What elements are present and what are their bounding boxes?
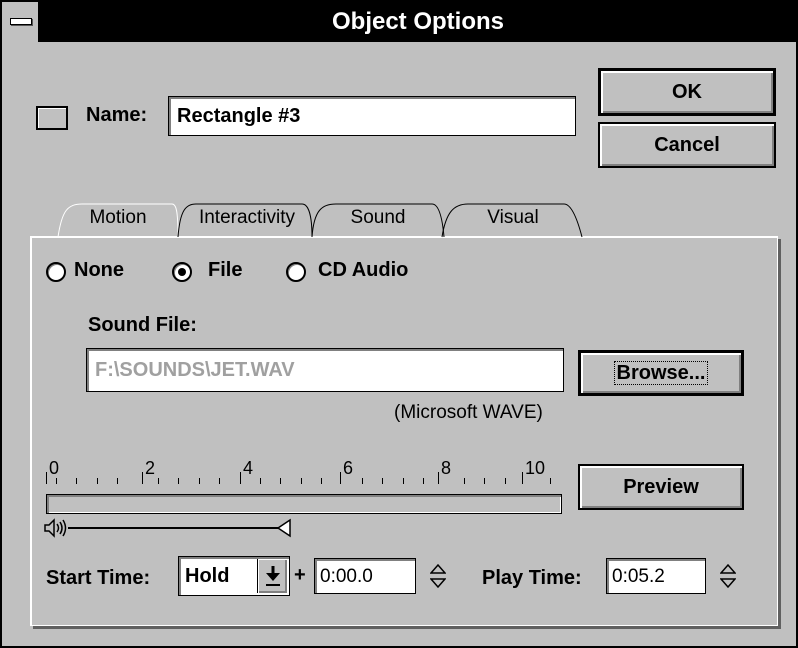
timeline-minor-tick — [382, 478, 383, 484]
timeline-tick-label: 4 — [243, 458, 254, 478]
start-time-mode-value: Hold — [185, 565, 230, 587]
object-color-swatch[interactable] — [36, 106, 68, 130]
timeline-minor-tick — [219, 478, 220, 484]
play-time-spin-icon[interactable] — [720, 562, 736, 590]
timeline-minor-tick — [117, 478, 118, 484]
timeline-tick-label: 8 — [441, 458, 452, 478]
timeline-major-tick — [142, 472, 143, 484]
timeline-tick-label: 0 — [49, 458, 60, 478]
radio-file[interactable] — [172, 262, 192, 282]
timeline-minor-tick — [301, 478, 302, 484]
play-time-label: Play Time: — [482, 567, 582, 589]
timeline-minor-tick — [550, 478, 551, 484]
tab-sound[interactable]: Sound — [316, 201, 440, 237]
timeline-tick-label: 2 — [145, 458, 156, 478]
window-title: Object Options — [331, 8, 504, 35]
name-label: Name: — [86, 104, 148, 126]
system-menu-button[interactable] — [2, 2, 40, 42]
timeline-minor-tick — [158, 478, 159, 484]
timeline-major-tick — [522, 472, 523, 484]
timeline-minor-tick — [76, 478, 77, 484]
timeline-tick-label: 6 — [343, 458, 354, 478]
timeline-scale: 0 2 4 6 8 10 — [46, 458, 562, 492]
timeline-minor-tick — [199, 478, 200, 484]
tab-motion[interactable]: Motion — [60, 201, 176, 237]
start-time-label: Start Time: — [46, 567, 151, 589]
sound-file-label: Sound File: — [88, 314, 197, 336]
preview-button[interactable]: Preview — [578, 464, 744, 510]
volume-slider[interactable] — [42, 516, 294, 540]
start-time-mode-select[interactable]: Hold — [178, 556, 290, 596]
timeline-minor-tick — [484, 478, 485, 484]
name-input[interactable]: Rectangle #3 — [168, 96, 576, 136]
radio-none-label: None — [74, 259, 124, 281]
ok-button[interactable]: OK — [598, 68, 776, 116]
system-menu-icon — [10, 18, 32, 25]
timeline-minor-tick — [280, 478, 281, 484]
timeline-major-tick — [240, 472, 241, 484]
timeline-minor-tick — [403, 478, 404, 484]
timeline-minor-tick — [97, 478, 98, 484]
play-time-input[interactable]: 0:05.2 — [606, 558, 706, 594]
start-time-spin-icon[interactable] — [430, 562, 446, 590]
speaker-icon — [44, 518, 67, 538]
radio-none[interactable] — [46, 262, 66, 282]
browse-button-label: Browse... — [613, 361, 709, 385]
sound-file-input[interactable]: F:\SOUNDS\JET.WAV — [86, 348, 564, 392]
timeline-major-tick — [438, 472, 439, 484]
tab-visual[interactable]: Visual — [448, 201, 578, 237]
timeline-minor-tick — [178, 478, 179, 484]
sound-file-format: (Microsoft WAVE) — [394, 402, 543, 423]
tab-interactivity[interactable]: Interactivity — [182, 201, 312, 237]
play-time-value: 0:05.2 — [612, 566, 665, 587]
sound-file-path: F:\SOUNDS\JET.WAV — [95, 359, 295, 381]
timeline-major-tick — [46, 472, 47, 484]
timeline-minor-tick — [362, 478, 363, 484]
radio-file-selected-dot — [178, 268, 186, 276]
timeline-minor-tick — [260, 478, 261, 484]
browse-button[interactable]: Browse... — [578, 350, 744, 396]
timeline-tick-label: 10 — [525, 458, 546, 478]
timeline-minor-tick — [464, 478, 465, 484]
start-time-offset-value: 0:00.0 — [320, 566, 373, 587]
radio-cd-audio-label: CD Audio — [318, 259, 409, 281]
dropdown-arrow-icon[interactable] — [257, 559, 287, 593]
timeline-minor-tick — [423, 478, 424, 484]
start-time-plus: + — [294, 564, 306, 586]
volume-slider-thumb[interactable] — [276, 518, 291, 538]
timeline-track[interactable] — [46, 494, 562, 514]
radio-file-label: File — [208, 259, 243, 281]
timeline-minor-tick — [321, 478, 322, 484]
name-input-value: Rectangle #3 — [177, 105, 301, 127]
timeline-minor-tick — [505, 478, 506, 484]
start-time-offset-input[interactable]: 0:00.0 — [314, 558, 416, 594]
timeline-major-tick — [340, 472, 341, 484]
radio-cd-audio[interactable] — [286, 262, 306, 282]
cancel-button[interactable]: Cancel — [598, 122, 776, 168]
